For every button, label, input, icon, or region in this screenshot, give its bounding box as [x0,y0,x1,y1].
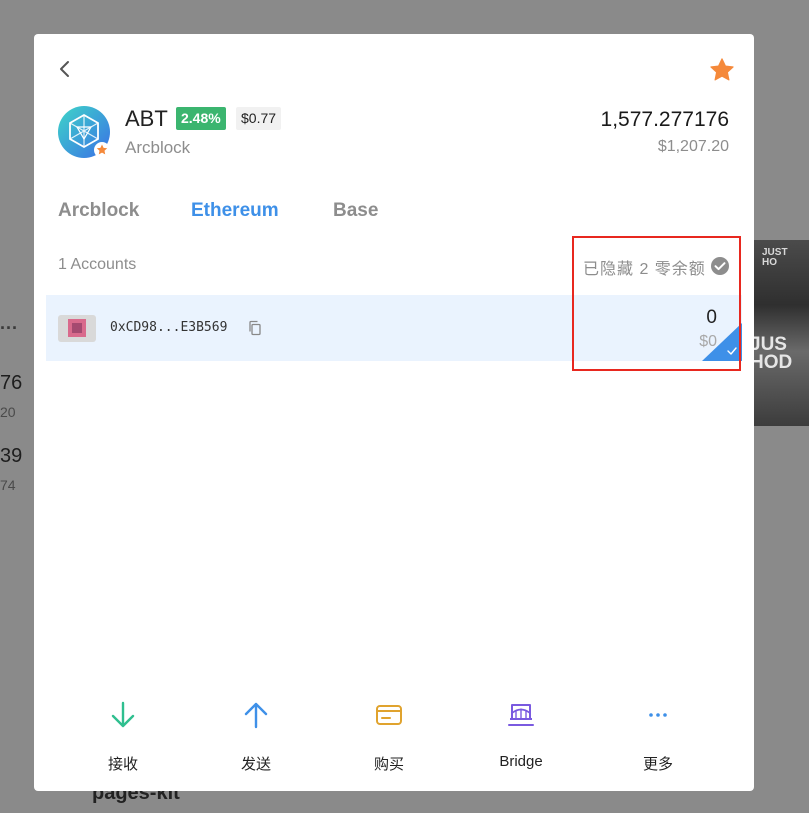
tab-arcblock[interactable]: Arcblock [58,200,139,222]
token-balance: 1,577.277176 [600,108,729,131]
background-image-text: JUS HOD [752,334,793,373]
token-name: Arcblock [125,138,191,157]
buy-label: 购买 [373,756,404,773]
background-value: 76 [0,372,23,394]
avatar-pattern [72,323,82,333]
background-image-text: JUST HO [762,247,788,268]
send-label: 发送 [240,756,271,773]
back-icon[interactable] [54,58,76,80]
more-button[interactable]: 更多 [608,700,708,774]
background-subvalue: 20 [0,404,16,420]
more-icon [649,713,667,717]
account-address: 0xCD98...E3B569 [110,320,228,335]
more-label: 更多 [642,756,673,773]
background-more-dots: ... [0,313,19,333]
check-circle-icon[interactable] [710,256,730,276]
receive-label: 接收 [107,756,138,773]
arrow-up-icon [244,702,268,729]
token-balance-usd: $1,207.20 [657,138,729,155]
send-button[interactable]: 发送 [206,700,306,774]
receive-button[interactable]: 接收 [73,700,173,774]
hidden-zero-balance-label[interactable]: 已隐藏 2 零余额 [583,255,706,279]
background-value: 39 [0,445,23,467]
bridge-icon [508,704,534,726]
price-change-badge: 2.48% [176,107,226,130]
bridge-button[interactable]: Bridge [471,700,571,770]
favorite-star-icon[interactable] [708,56,736,84]
account-row[interactable]: 0xCD98...E3B569 0 $0 [46,295,742,361]
token-detail-modal: ABT 2.48% $0.77 Arcblock 1,577.277176 $1… [34,34,754,791]
background-nft-image: JUST HO JUS HOD [752,240,809,426]
copy-icon[interactable] [247,320,263,336]
favorite-badge-icon [94,142,110,158]
arrow-down-icon [111,701,135,728]
token-symbol: ABT [125,106,168,131]
tab-base[interactable]: Base [333,200,378,222]
accounts-count: 1 Accounts [58,256,137,273]
bridge-label: Bridge [499,753,543,770]
card-icon [376,705,402,725]
background-subvalue: 74 [0,477,16,493]
buy-button[interactable]: 购买 [339,700,439,774]
tab-ethereum[interactable]: Ethereum [191,200,279,222]
selected-check-icon [702,323,742,361]
token-price-badge: $0.77 [236,107,282,130]
account-avatar [58,315,96,342]
